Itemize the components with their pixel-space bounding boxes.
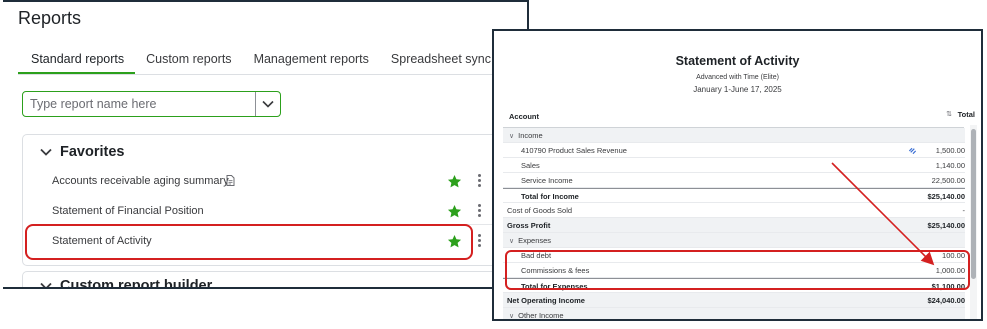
row-label: Gross Profit [507,221,551,230]
report-date-range: January 1-June 17, 2025 [693,85,782,94]
report-subtotal-row: Total for Income $25,140.00 [503,188,965,203]
row-label: Total for Income [521,192,579,201]
chevron-down-icon: ∨ [509,133,515,140]
more-options-icon[interactable] [476,174,482,190]
report-subtitle: Advanced with Time (Elite) [696,74,779,81]
row-label[interactable]: Sales [521,161,540,170]
tab-standard-reports[interactable]: Standard reports [18,49,136,75]
page-title: Reports [18,8,82,28]
search-dropdown-button[interactable] [255,92,280,116]
chevron-down-icon: ∨ [509,313,515,320]
row-label: Net Operating Income [507,296,585,305]
row-amount[interactable]: $25,140.00 [927,192,965,201]
row-amount[interactable]: $25,140.00 [927,221,965,230]
tab-spreadsheet-sync[interactable]: Spreadsheet sync [380,49,502,75]
scrollbar[interactable] [970,125,977,319]
report-tabs: Standard reports Custom reports Manageme… [18,49,502,75]
panel-border [3,0,527,2]
favorites-header[interactable]: Favorites [40,144,124,160]
row-label[interactable]: 410790 Product Sales Revenue [521,146,627,155]
chevron-down-icon: ∨ [509,238,515,245]
more-options-icon[interactable] [476,234,482,250]
favorite-row-ar-aging: Accounts receivable aging summary [23,167,527,197]
column-account[interactable]: Account [509,112,539,121]
tabs-divider [18,74,527,75]
custom-report-builder-section: Custom report builder [22,271,527,289]
report-link[interactable]: Accounts receivable aging summary [52,175,229,187]
row-amount: - [962,206,966,215]
row-label: Income [518,131,543,140]
scrollbar-thumb[interactable] [971,129,976,279]
custom-report-builder-header[interactable]: Custom report builder [40,278,213,289]
column-total[interactable]: Total [958,110,975,119]
sort-icon[interactable]: ⇅ [946,110,952,118]
report-section-row[interactable]: ∨ Expenses [503,233,965,248]
tab-custom-reports[interactable]: Custom reports [135,49,242,75]
row-label: Other Income [518,311,564,320]
highlight-box-expenses [505,250,970,290]
report-row: Sales 1,140.00 [503,158,965,173]
report-total-row: Net Operating Income $24,040.00 [503,293,965,308]
tab-management-reports[interactable]: Management reports [243,49,380,75]
chevron-down-icon [40,282,52,287]
report-title: Statement of Activity [675,54,800,68]
report-total-row: Gross Profit $25,140.00 [503,218,965,233]
document-icon [226,175,235,186]
row-amount[interactable]: 22,500.00 [932,176,965,185]
custom-report-builder-title: Custom report builder [60,278,213,289]
chevron-down-icon [40,148,52,156]
row-label[interactable]: Service Income [521,176,573,185]
star-icon[interactable] [447,204,462,219]
favorites-title: Favorites [60,144,125,160]
chevron-down-icon [262,100,274,108]
screenshot-stage: Reports Standard reports Custom reports … [0,0,987,329]
row-label[interactable]: Cost of Goods Sold [507,206,572,215]
row-amount[interactable]: $24,040.00 [927,296,965,305]
row-amount[interactable]: 1,500.00 [936,146,965,155]
report-link[interactable]: Statement of Financial Position [52,205,204,217]
report-column-header: Account ⇅ Total [503,110,975,126]
report-row: 410790 Product Sales Revenue 1,500.00 [503,143,965,158]
search-input[interactable] [23,92,255,116]
report-section-row[interactable]: ∨ Income [503,128,965,143]
row-label: Expenses [518,236,552,245]
favorite-row-financial-position: Statement of Financial Position [23,197,527,227]
report-search-combobox[interactable] [22,91,281,117]
highlight-box-statement-of-activity [25,224,473,260]
link-icon[interactable] [908,146,917,155]
report-row: Cost of Goods Sold - [503,203,965,218]
row-amount[interactable]: 1,140.00 [936,161,965,170]
more-options-icon[interactable] [476,204,482,220]
report-row: Service Income 22,500.00 [503,173,965,188]
report-section-row[interactable]: ∨ Other Income [503,308,965,320]
star-icon[interactable] [447,174,462,189]
